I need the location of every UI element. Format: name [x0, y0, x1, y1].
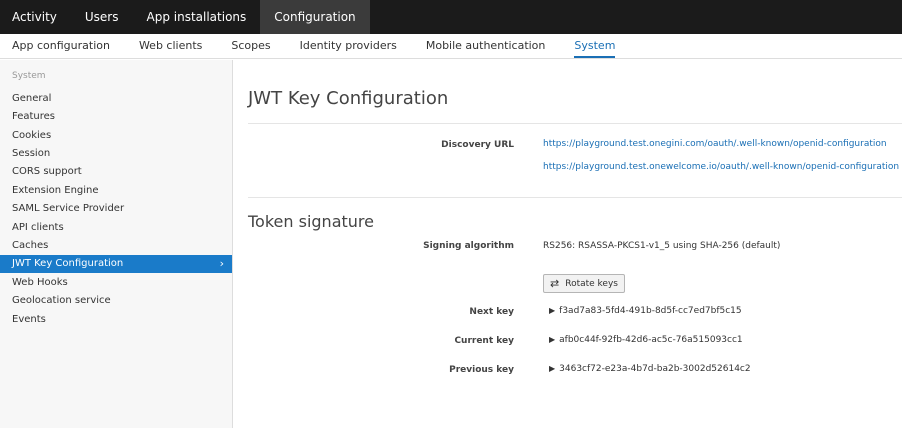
sidebar-item-web-hooks[interactable]: Web Hooks — [0, 274, 232, 292]
tab-activity[interactable]: Activity — [0, 0, 71, 34]
current-key-label: Current key — [454, 336, 514, 346]
sidebar-item-api-clients[interactable]: API clients — [0, 219, 232, 237]
next-key-toggle[interactable]: ▶ f3ad7a83-5fd4-491b-8d5f-cc7ed7bf5c15 — [549, 306, 742, 316]
sidebar-item-cookies[interactable]: Cookies — [0, 127, 232, 145]
discovery-url-label: Discovery URL — [441, 140, 514, 150]
sidebar-item-extension-engine[interactable]: Extension Engine — [0, 182, 232, 200]
current-key-value: afb0c44f-92fb-42d6-ac5c-76a515093cc1 — [559, 335, 743, 345]
sidebar-item-jwt-key-configuration[interactable]: JWT Key Configuration › — [0, 255, 232, 273]
sidebar-item-features[interactable]: Features — [0, 108, 232, 126]
section-title-token-signature: Token signature — [248, 212, 374, 231]
previous-key-value: 3463cf72-e23a-4b7d-ba2b-3002d52614c2 — [559, 364, 751, 374]
chevron-right-icon: › — [219, 257, 224, 270]
next-key-label: Next key — [469, 307, 514, 317]
sidebar-item-cors-support[interactable]: CORS support — [0, 163, 232, 181]
sidebar-item-session[interactable]: Session — [0, 145, 232, 163]
subnav-app-configuration[interactable]: App configuration — [12, 39, 110, 58]
previous-key-toggle[interactable]: ▶ 3463cf72-e23a-4b7d-ba2b-3002d52614c2 — [549, 364, 751, 374]
subnav-system[interactable]: System — [574, 39, 616, 58]
divider — [248, 123, 902, 124]
sidebar-item-label: JWT Key Configuration — [12, 258, 124, 269]
next-key-value: f3ad7a83-5fd4-491b-8d5f-cc7ed7bf5c15 — [559, 306, 742, 316]
rotate-arrows-icon: ⇄ — [550, 277, 560, 290]
discovery-url-link-onewelcome[interactable]: https://playground.test.onewelcome.io/oa… — [543, 162, 899, 172]
expand-triangle-icon: ▶ — [549, 306, 556, 315]
subnav-web-clients[interactable]: Web clients — [139, 39, 202, 58]
rotate-keys-label: Rotate keys — [565, 278, 618, 289]
rotate-keys-button[interactable]: ⇄ Rotate keys — [543, 274, 625, 293]
sidebar-item-caches[interactable]: Caches — [0, 237, 232, 255]
tab-users[interactable]: Users — [71, 0, 133, 34]
current-key-toggle[interactable]: ▶ afb0c44f-92fb-42d6-ac5c-76a515093cc1 — [549, 335, 743, 345]
tab-app-installations[interactable]: App installations — [133, 0, 261, 34]
expand-triangle-icon: ▶ — [549, 364, 556, 373]
top-navigation: Activity Users App installations Configu… — [0, 0, 902, 34]
signing-algorithm-label: Signing algorithm — [423, 241, 514, 251]
expand-triangle-icon: ▶ — [549, 335, 556, 344]
tab-configuration[interactable]: Configuration — [260, 0, 370, 34]
sidebar-item-geolocation-service[interactable]: Geolocation service — [0, 292, 232, 310]
subnav-identity-providers[interactable]: Identity providers — [300, 39, 397, 58]
subnav-scopes[interactable]: Scopes — [231, 39, 270, 58]
divider — [248, 197, 902, 198]
sidebar-heading: System — [12, 71, 46, 81]
discovery-url-link-onegini[interactable]: https://playground.test.onegini.com/oaut… — [543, 139, 887, 149]
sidebar-item-events[interactable]: Events — [0, 311, 232, 329]
page-title: JWT Key Configuration — [248, 88, 449, 109]
signing-algorithm-value: RS256: RSASSA-PKCS1-v1_5 using SHA-256 (… — [543, 241, 781, 251]
sidebar: System General Features Cookies Session … — [0, 60, 233, 428]
previous-key-label: Previous key — [449, 365, 514, 375]
sidebar-item-general[interactable]: General — [0, 90, 232, 108]
sub-navigation: App configuration Web clients Scopes Ide… — [0, 34, 902, 59]
sidebar-item-saml-service-provider[interactable]: SAML Service Provider — [0, 200, 232, 218]
subnav-mobile-authentication[interactable]: Mobile authentication — [426, 39, 546, 58]
